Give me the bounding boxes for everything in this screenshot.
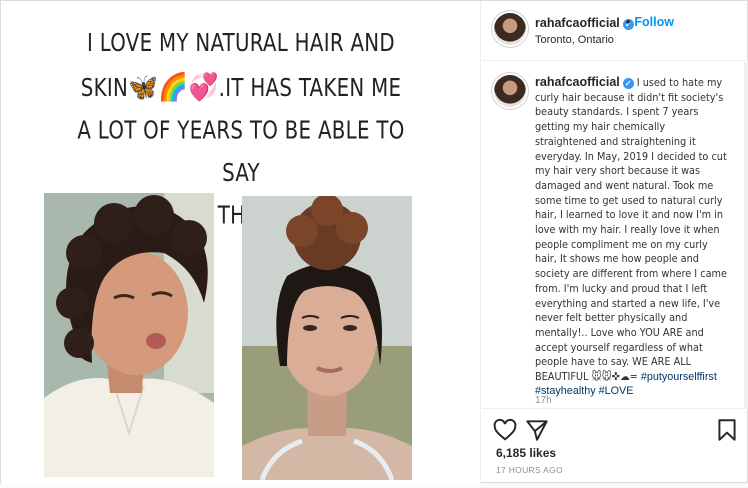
heart-icon[interactable]	[492, 417, 518, 443]
caption-text: I used to hate my curly hair because it …	[535, 76, 727, 384]
header-username[interactable]: rahafcaofficial ✓	[535, 16, 634, 30]
follow-button[interactable]: • Follow	[626, 15, 674, 29]
quote-line-2-end: .IT HAS TAKEN ME	[218, 74, 402, 103]
instagram-post: I LOVE MY NATURAL HAIR AND SKIN🦋🌈💞.IT HA…	[0, 0, 748, 484]
photo-curly-bun	[242, 196, 412, 480]
verified-icon: ✓	[622, 78, 634, 89]
follow-label[interactable]: Follow	[634, 15, 674, 29]
scrollbar[interactable]	[744, 62, 748, 408]
quote-line-2-start: SKIN	[80, 74, 129, 103]
comments-section[interactable]: rahafcaofficial ✓ I used to hate my curly…	[482, 62, 748, 408]
location-link[interactable]: Toronto, Ontario	[535, 34, 614, 46]
caption-username[interactable]: rahafcaofficial ✓	[535, 75, 634, 89]
likes-count[interactable]: 6,185 likes	[496, 446, 556, 460]
quote-emojis: 🦋🌈💞	[128, 71, 219, 103]
post-timestamp[interactable]: 17 HOURS AGO	[496, 465, 563, 475]
separator-dot: •	[626, 15, 631, 29]
post-image[interactable]: I LOVE MY NATURAL HAIR AND SKIN🦋🌈💞.IT HA…	[1, 1, 481, 484]
quote-line-3: A LOT OF YEARS TO BE ABLE TO SAY	[77, 117, 405, 188]
avatar[interactable]	[494, 13, 526, 45]
quote-line-2: SKIN🦋🌈💞.IT HAS TAKEN ME	[61, 66, 421, 111]
action-bar: 6,185 likes 17 HOURS AGO	[482, 408, 748, 484]
hashtag-link[interactable]: #LOVE	[599, 385, 634, 397]
photo-short-curly-hair	[44, 193, 214, 477]
post-header: rahafcaofficial ✓ • Follow Toronto, Ontari…	[482, 1, 748, 61]
caption-avatar[interactable]	[494, 75, 526, 107]
caption-time[interactable]: 17h	[535, 395, 552, 406]
header-username-text[interactable]: rahafcaofficial	[535, 16, 620, 30]
bookmark-icon[interactable]	[714, 417, 740, 443]
hashtag-link[interactable]: #putyourselffirst	[641, 371, 717, 383]
caption: rahafcaofficial ✓ I used to hate my curly…	[535, 75, 730, 398]
comment-icon[interactable]	[524, 417, 550, 443]
caption-username-text[interactable]: rahafcaofficial	[535, 75, 620, 89]
quote-line-1: I LOVE MY NATURAL HAIR AND	[87, 29, 395, 58]
